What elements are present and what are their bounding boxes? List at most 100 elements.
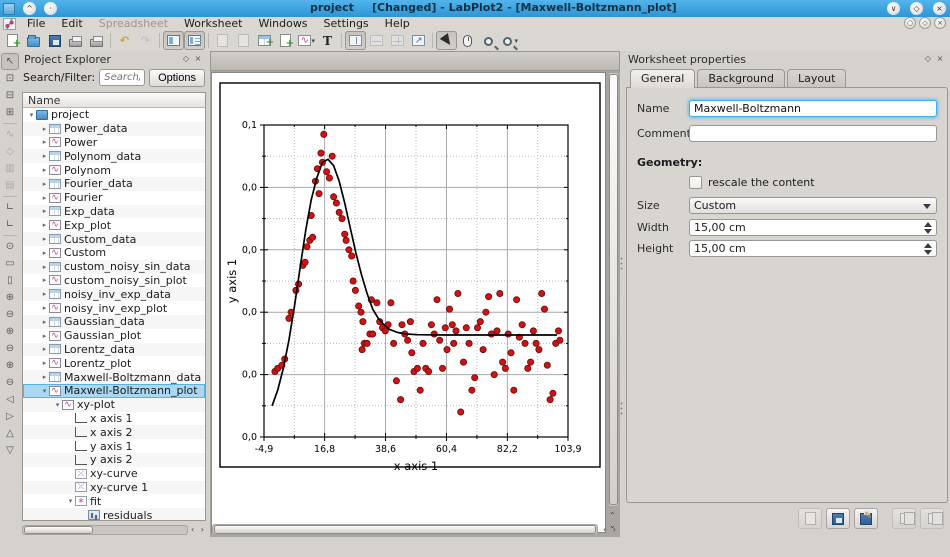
tree-expander-icon[interactable]: ▸ bbox=[40, 345, 49, 353]
undo-button[interactable]: ↶ bbox=[114, 31, 135, 50]
add-y-axis-tool[interactable]: ∟ bbox=[1, 216, 19, 233]
zoom-in-tool[interactable]: ⊕ bbox=[1, 289, 19, 306]
window-minimize-button[interactable]: ∨ bbox=[887, 2, 900, 15]
comment-field[interactable] bbox=[689, 125, 937, 142]
tree-item-custom[interactable]: ▸∿Custom bbox=[23, 246, 205, 260]
maxwell-boltzmann-plot[interactable]: -4,916,838,660,482,2103,90,00,00,00,00,0… bbox=[218, 81, 602, 473]
tree-item-xy-curve-1[interactable]: ⤫xy-curve 1 bbox=[23, 481, 205, 495]
menu-file[interactable]: File bbox=[19, 17, 53, 30]
rescale-checkbox[interactable] bbox=[689, 176, 702, 189]
tree-expander-icon[interactable]: ▸ bbox=[40, 180, 49, 188]
tree-expander-icon[interactable]: ▸ bbox=[40, 304, 49, 312]
tree-item-polynom-data[interactable]: ▸Polynom_data bbox=[23, 149, 205, 163]
dock-float-icon[interactable]: ◇ bbox=[922, 53, 934, 65]
tree-expander-icon[interactable]: ▸ bbox=[40, 194, 49, 202]
worksheet-page[interactable]: -4,916,838,660,482,2103,90,00,00,00,00,0… bbox=[211, 72, 606, 533]
dock-close-icon[interactable]: × bbox=[934, 53, 946, 65]
tree-item-gaussian-plot[interactable]: ▸∿Gaussian_plot bbox=[23, 329, 205, 343]
tree-item-polynom[interactable]: ▸∿Polynom bbox=[23, 163, 205, 177]
tree-expander-icon[interactable]: ▸ bbox=[40, 221, 49, 229]
zoom-select-mode-button[interactable] bbox=[478, 31, 499, 50]
zoom-out-x-tool[interactable]: ⊖ bbox=[1, 340, 19, 357]
tree-item-fourier-data[interactable]: ▸Fourier_data bbox=[23, 177, 205, 191]
zoom-x-select-tool[interactable]: ⊟ bbox=[1, 87, 19, 104]
zoom-out-tool[interactable]: ⊖ bbox=[1, 306, 19, 323]
shift-right-x-tool[interactable]: ▷ bbox=[1, 408, 19, 425]
tree-item-custom-data[interactable]: ▸Custom_data bbox=[23, 232, 205, 246]
shift-down-y-tool[interactable]: ▽ bbox=[1, 442, 19, 459]
mdi-close-button[interactable]: × bbox=[934, 17, 946, 29]
menu-settings[interactable]: Settings bbox=[316, 17, 377, 30]
scrollbar-arrows-icon[interactable]: ‹ › bbox=[603, 525, 618, 534]
new-plot-button[interactable]: ∿▾ bbox=[296, 31, 317, 50]
tree-item-xy-curve[interactable]: ⤫xy-curve bbox=[23, 467, 205, 481]
tree-expander-icon[interactable]: ▸ bbox=[40, 318, 49, 326]
tree-item-fit[interactable]: ▾∗fit bbox=[23, 494, 205, 508]
window-shade-button[interactable]: ^ bbox=[23, 2, 36, 15]
menu-edit[interactable]: Edit bbox=[53, 17, 90, 30]
mdi-restore-button[interactable]: ○ bbox=[904, 17, 916, 29]
zoom-in-y-tool[interactable]: ⊕ bbox=[1, 357, 19, 374]
dock-float-icon[interactable]: ◇ bbox=[180, 53, 192, 65]
tree-expander-icon[interactable]: ▸ bbox=[40, 276, 49, 284]
save-project-button[interactable] bbox=[44, 31, 65, 50]
project-tree-hscrollbar[interactable]: ‹ › bbox=[22, 523, 206, 537]
scrollbar-arrows-icon[interactable]: ‹ › bbox=[191, 525, 206, 534]
tree-expander-icon[interactable]: ▸ bbox=[40, 235, 49, 243]
options-button[interactable]: Options bbox=[149, 69, 205, 87]
save-template-button[interactable] bbox=[826, 508, 850, 529]
window-menu-icon[interactable] bbox=[3, 3, 15, 15]
new-spreadsheet-button[interactable] bbox=[254, 31, 275, 50]
tree-item-fourier[interactable]: ▸∿Fourier bbox=[23, 191, 205, 205]
auto-scale-tool[interactable]: ⊙ bbox=[1, 238, 19, 255]
tab-general[interactable]: General bbox=[630, 69, 695, 88]
tab-background[interactable]: Background bbox=[697, 69, 785, 88]
tree-expander-icon[interactable]: ▸ bbox=[40, 359, 49, 367]
tree-item-y-axis-1[interactable]: y axis 1 bbox=[23, 439, 205, 453]
magnification-button[interactable]: ▾ bbox=[499, 31, 520, 50]
tree-item-power[interactable]: ▸∿Power bbox=[23, 136, 205, 150]
tree-expander-icon[interactable]: ▸ bbox=[40, 290, 49, 298]
zoom-out-y-tool[interactable]: ⊖ bbox=[1, 374, 19, 391]
shift-up-y-tool[interactable]: △ bbox=[1, 425, 19, 442]
zoom-y-select-tool[interactable]: ⊞ bbox=[1, 104, 19, 121]
tree-expander-icon[interactable]: ▸ bbox=[40, 373, 49, 381]
width-spinbox[interactable]: 15,00 cm bbox=[689, 219, 937, 236]
spin-arrows-icon[interactable] bbox=[924, 243, 932, 255]
zoom-in-x-tool[interactable]: ⊕ bbox=[1, 323, 19, 340]
tab-layout[interactable]: Layout bbox=[787, 69, 846, 88]
edit-template-button[interactable] bbox=[854, 508, 878, 529]
new-plot-dropdown-icon[interactable]: ▾ bbox=[311, 37, 315, 45]
open-project-button[interactable] bbox=[23, 31, 44, 50]
tree-expander-icon[interactable]: ▾ bbox=[53, 401, 62, 409]
tree-item-gaussian-data[interactable]: ▸Gaussian_data bbox=[23, 315, 205, 329]
add-x-axis-tool[interactable]: ∟ bbox=[1, 199, 19, 216]
tree-expander-icon[interactable]: ▾ bbox=[66, 497, 75, 505]
tree-item-x-axis-2[interactable]: x axis 2 bbox=[23, 425, 205, 439]
tree-expander-icon[interactable]: ▸ bbox=[40, 138, 49, 146]
tree-column-header[interactable]: Name bbox=[23, 93, 205, 108]
tree-item-lorentz-plot[interactable]: ▸∿Lorentz_plot bbox=[23, 356, 205, 370]
tree-item-exp-plot[interactable]: ▸∿Exp_plot bbox=[23, 218, 205, 232]
worksheet-hscrollbar[interactable]: ‹ › bbox=[210, 522, 620, 537]
tree-item-noisy-inv-exp-plot[interactable]: ▸∿noisy_inv_exp_plot bbox=[23, 301, 205, 315]
menu-windows[interactable]: Windows bbox=[250, 17, 315, 30]
print-button[interactable] bbox=[65, 31, 86, 50]
auto-scale-x-tool[interactable]: ▭ bbox=[1, 255, 19, 272]
dock-close-icon[interactable]: × bbox=[192, 53, 204, 65]
magnification-dropdown-icon[interactable]: ▾ bbox=[514, 37, 518, 45]
window-maximize-button[interactable]: ◇ bbox=[910, 2, 923, 15]
auto-scale-y-tool[interactable]: ▯ bbox=[1, 272, 19, 289]
tree-item-project[interactable]: ▾project bbox=[23, 108, 205, 122]
new-project-button[interactable] bbox=[2, 31, 23, 50]
tree-item-residuals[interactable]: residuals bbox=[23, 508, 205, 521]
tree-item-custom-noisy-sin-plot[interactable]: ▸∿custom_noisy_sin_plot bbox=[23, 274, 205, 288]
height-spinbox[interactable]: 15,00 cm bbox=[689, 240, 937, 257]
navigate-mode-button[interactable] bbox=[457, 31, 478, 50]
toggle-project-explorer-button[interactable] bbox=[163, 31, 184, 50]
tree-expander-icon[interactable]: ▾ bbox=[27, 111, 36, 119]
break-layout-button[interactable] bbox=[408, 31, 429, 50]
worksheet-vscrollbar[interactable]: ⌃⌄ bbox=[607, 72, 620, 533]
name-field[interactable]: Maxwell-Boltzmann bbox=[689, 100, 937, 117]
tree-item-y-axis-2[interactable]: y axis 2 bbox=[23, 453, 205, 467]
